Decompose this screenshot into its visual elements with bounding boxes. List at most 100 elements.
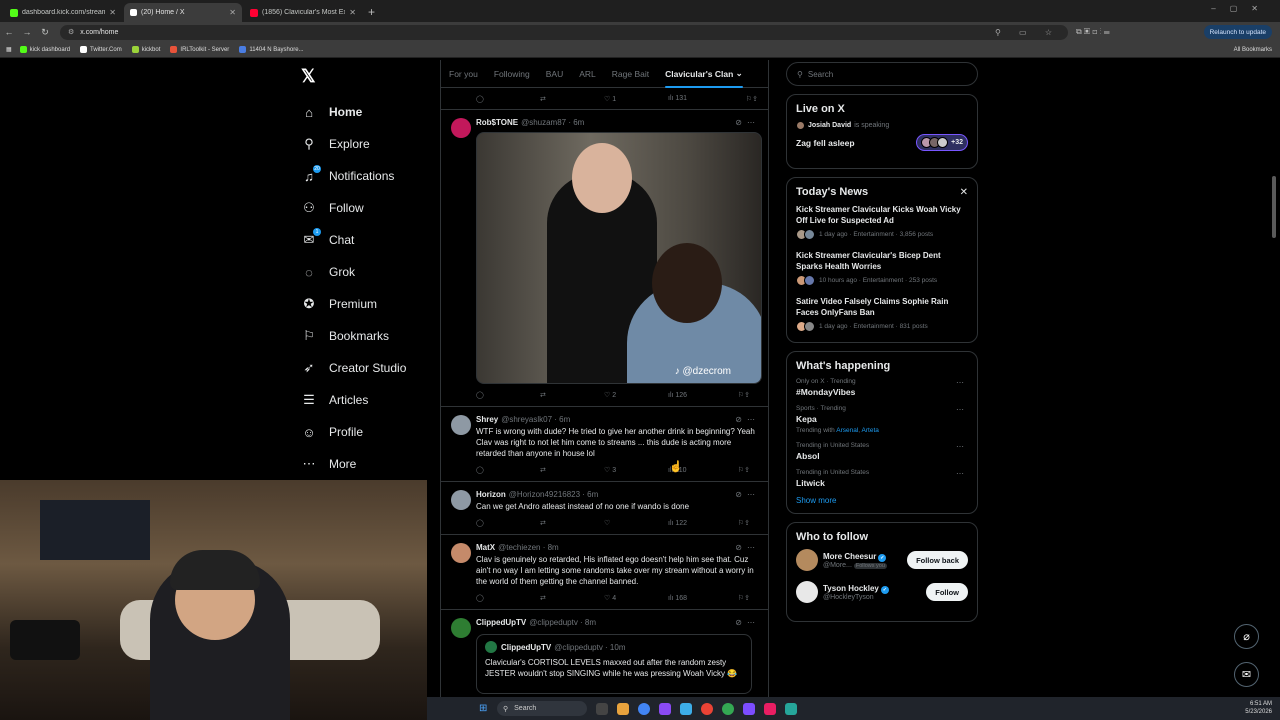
author-handle[interactable]: @shreyaslk07 · 6m xyxy=(501,415,570,424)
author-handle[interactable]: @clippeduptv · 8m xyxy=(529,618,596,627)
news-item[interactable]: Satire Video Falsely Claims Sophie Rain … xyxy=(796,296,968,332)
live-speaker[interactable]: Josiah David is speaking xyxy=(796,121,968,130)
views-button[interactable]: ılı 122 xyxy=(668,520,713,527)
like-button[interactable]: ♡ 2 xyxy=(604,391,668,399)
file-explorer-icon[interactable] xyxy=(617,702,629,715)
omnibox-actions[interactable]: ⚲ ▭ ☆ xyxy=(995,28,1060,37)
follow-suggestion[interactable]: Tyson Hockley ✓ @HockleyTyson Follow xyxy=(796,581,968,603)
close-tab-icon[interactable]: ✕ xyxy=(349,8,356,17)
reply-icon[interactable]: ◯ xyxy=(476,466,540,474)
nav-item-premium[interactable]: ✪ Premium xyxy=(296,288,436,320)
system-tray[interactable]: 6:51 AM 5/23/2026 xyxy=(1245,700,1272,716)
more-icon[interactable]: ⊘⋯ xyxy=(735,618,760,627)
app-icon[interactable] xyxy=(722,702,734,715)
tab-for-you[interactable]: For you xyxy=(449,60,478,88)
views-button[interactable]: ılı 168 xyxy=(668,595,713,602)
repost-icon[interactable]: ⇄ xyxy=(540,519,604,527)
trend-link[interactable]: Arteta xyxy=(862,427,879,434)
quoted-tweet[interactable]: ClippedUpTV @clippeduptv · 10m Clavicula… xyxy=(476,634,752,694)
search-input[interactable]: ⚲ Search xyxy=(786,62,978,86)
avatar[interactable] xyxy=(796,581,818,603)
window-controls[interactable]: –▢✕ xyxy=(1211,4,1272,13)
more-icon[interactable]: ⊘⋯ xyxy=(735,415,760,424)
author-handle[interactable]: @shuzam87 · 6m xyxy=(521,118,584,127)
messages-fab-icon[interactable]: ✉ xyxy=(1234,662,1259,687)
news-item[interactable]: Kick Streamer Clavicular's Bicep Dent Sp… xyxy=(796,250,968,286)
more-icon[interactable]: ⋯ xyxy=(956,378,964,387)
apps-icon[interactable]: ▦ xyxy=(6,46,12,53)
like-button[interactable]: ♡ 3 xyxy=(604,466,668,474)
author-handle[interactable]: @Horizon49216823 · 6m xyxy=(509,490,599,499)
bookmark-item[interactable]: kickbot xyxy=(131,46,160,53)
app-icon[interactable] xyxy=(680,702,692,715)
tweet[interactable]: MatX @techiezen · 8m ⊘⋯ Clav is genuinel… xyxy=(441,535,768,610)
author-name[interactable]: Rob$TONE xyxy=(476,118,518,127)
repost-icon[interactable]: ⇄ xyxy=(540,391,604,399)
forward-icon[interactable]: → xyxy=(18,27,36,37)
reply-icon[interactable]: ◯ xyxy=(476,519,540,527)
trend-item[interactable]: Only on X · Trending #MondayVibes ⋯ xyxy=(796,378,968,397)
app-icon[interactable] xyxy=(785,702,797,715)
author-name[interactable]: Shrey xyxy=(476,415,498,424)
author-handle[interactable]: @techiezen · 8m xyxy=(498,543,559,552)
new-tab-icon[interactable]: + xyxy=(368,5,375,19)
author-name[interactable]: MatX xyxy=(476,543,495,552)
grok-fab-icon[interactable]: ⌀ xyxy=(1234,624,1259,649)
nav-item-notifications[interactable]: ♫ 20 Notifications xyxy=(296,160,436,192)
avatar[interactable] xyxy=(451,543,471,563)
trend-item[interactable]: Trending in United States Absol ⋯ xyxy=(796,442,968,461)
live-topic[interactable]: Zag fell asleep +32 xyxy=(796,134,968,151)
nav-item-articles[interactable]: ☰ Articles xyxy=(296,384,436,416)
tab-bau[interactable]: BAU xyxy=(546,60,563,88)
news-item[interactable]: Kick Streamer Clavicular Kicks Woah Vick… xyxy=(796,204,968,240)
bookmark-item[interactable]: Twitter.Com xyxy=(80,46,122,53)
close-icon[interactable]: ✕ xyxy=(960,187,968,198)
avatar[interactable] xyxy=(796,549,818,571)
avatar[interactable] xyxy=(451,618,471,638)
like-button[interactable]: ♡ xyxy=(604,519,668,527)
tab-following[interactable]: Following xyxy=(494,60,530,88)
share-icon[interactable]: ⇪ xyxy=(752,95,758,103)
close-tab-icon[interactable]: ✕ xyxy=(109,8,116,17)
extensions-icon[interactable]: ⧉ ▣ ⊡ ⋮ ☰ xyxy=(1076,27,1110,37)
views-button[interactable]: ılı 131 xyxy=(668,95,713,102)
nav-item-home[interactable]: ⌂ Home xyxy=(296,96,436,128)
start-icon[interactable]: ⊞ xyxy=(479,703,487,714)
repost-icon[interactable]: ⇄ xyxy=(540,594,604,602)
share-icon[interactable]: ⇪ xyxy=(744,594,750,602)
share-icon[interactable]: ⇪ xyxy=(744,466,750,474)
like-button[interactable]: ♡ 4 xyxy=(604,594,668,602)
more-icon[interactable]: ⋯ xyxy=(956,405,964,414)
reload-icon[interactable]: ↻ xyxy=(36,27,54,38)
nav-item-profile[interactable]: ☺ Profile xyxy=(296,416,436,448)
browser-tab-active[interactable]: (20) Home / X ✕ xyxy=(124,3,242,22)
more-icon[interactable]: ⊘⋯ xyxy=(735,118,760,127)
taskbar-search[interactable]: ⚲ Search xyxy=(497,701,587,716)
nav-item-grok[interactable]: ◌ Grok xyxy=(296,256,436,288)
nav-item-creator-studio[interactable]: ➶ Creator Studio xyxy=(296,352,436,384)
avatar[interactable] xyxy=(451,415,471,435)
tab-rage-bait[interactable]: Rage Bait xyxy=(612,60,649,88)
app-icon[interactable] xyxy=(701,702,713,715)
avatar[interactable] xyxy=(451,118,471,138)
author-name[interactable]: ClippedUpTV xyxy=(476,618,526,627)
bookmark-item[interactable]: kick dashboard xyxy=(19,46,70,53)
browser-tab[interactable]: (1856) Clavicular's Most Extrem ✕ xyxy=(244,3,362,22)
app-icon[interactable] xyxy=(764,702,776,715)
tweet[interactable]: Horizon @Horizon49216823 · 6m ⊘⋯ Can we … xyxy=(441,482,768,535)
nav-item-follow[interactable]: ⚇ Follow xyxy=(296,192,436,224)
browser-tab[interactable]: dashboard.kick.com/stream ✕ xyxy=(4,3,122,22)
follow-button[interactable]: Follow xyxy=(926,583,968,601)
more-icon[interactable]: ⋯ xyxy=(956,469,964,478)
obs-icon[interactable] xyxy=(743,702,755,715)
task-view-icon[interactable] xyxy=(596,702,608,715)
bookmark-item[interactable]: IRLToolkit - Server xyxy=(170,46,229,53)
reply-icon[interactable]: ◯ xyxy=(476,95,540,103)
close-tab-icon[interactable]: ✕ xyxy=(229,8,236,17)
like-button[interactable]: ♡ 1 xyxy=(604,95,668,103)
trend-link[interactable]: Arsenal xyxy=(836,427,858,434)
more-icon[interactable]: ⋯ xyxy=(956,442,964,451)
share-icon[interactable]: ⇪ xyxy=(744,519,750,527)
trend-item[interactable]: Sports · Trending Kepa Trending with Ars… xyxy=(796,405,968,434)
site-info-icon[interactable]: ⚙ xyxy=(68,28,74,36)
